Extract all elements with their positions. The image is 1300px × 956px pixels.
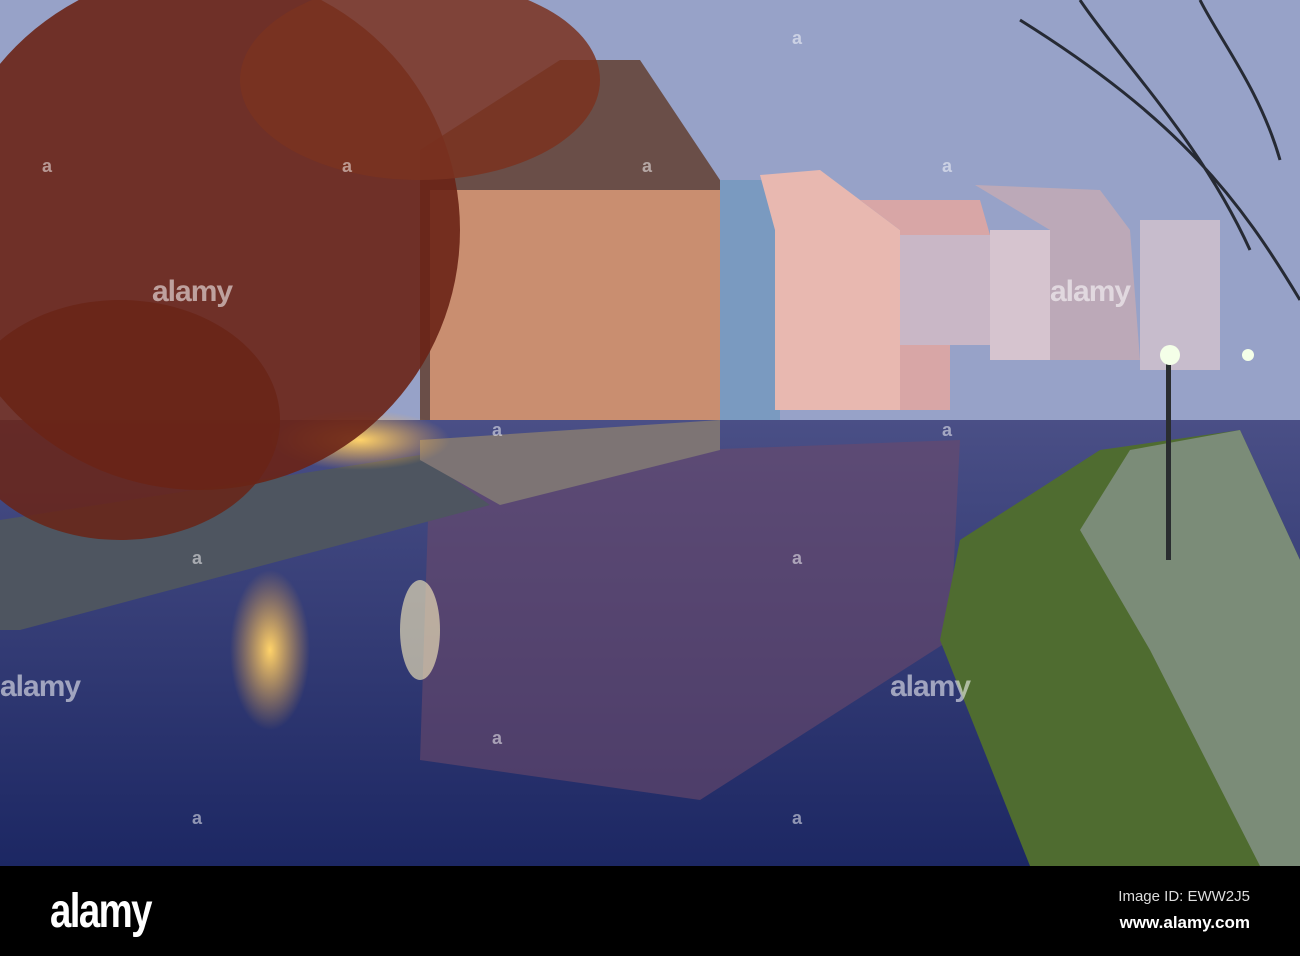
watermark-mark: a xyxy=(792,808,803,828)
watermark-mark: a xyxy=(792,548,803,568)
watermark-mark: a xyxy=(42,156,53,176)
footer-bar: alamy Image ID: EWW2J5 www.alamy.com xyxy=(0,866,1300,956)
alamy-logo: alamy xyxy=(50,885,152,938)
street-lamp xyxy=(1166,360,1171,560)
watermark-mark: a xyxy=(342,156,353,176)
site-url: www.alamy.com xyxy=(1119,913,1250,932)
watermark: alamy xyxy=(890,670,971,703)
watermark: alamy xyxy=(152,275,233,308)
watermark: alamy xyxy=(1050,275,1131,308)
watermark-mark: a xyxy=(492,728,503,748)
watermark-mark: a xyxy=(942,156,953,176)
watermark-mark: a xyxy=(792,28,803,48)
canal-scene xyxy=(0,0,1300,866)
image-id: Image ID: EWW2J5 xyxy=(1118,888,1250,905)
watermark-mark: a xyxy=(192,808,203,828)
watermark-mark: a xyxy=(192,548,203,568)
photo: alamy alamy alamy alamy a a a a a a a a … xyxy=(0,0,1300,866)
watermark-mark: a xyxy=(492,420,503,440)
watermark-mark: a xyxy=(942,420,953,440)
watermark-mark: a xyxy=(642,156,653,176)
watermark: alamy xyxy=(0,670,81,703)
